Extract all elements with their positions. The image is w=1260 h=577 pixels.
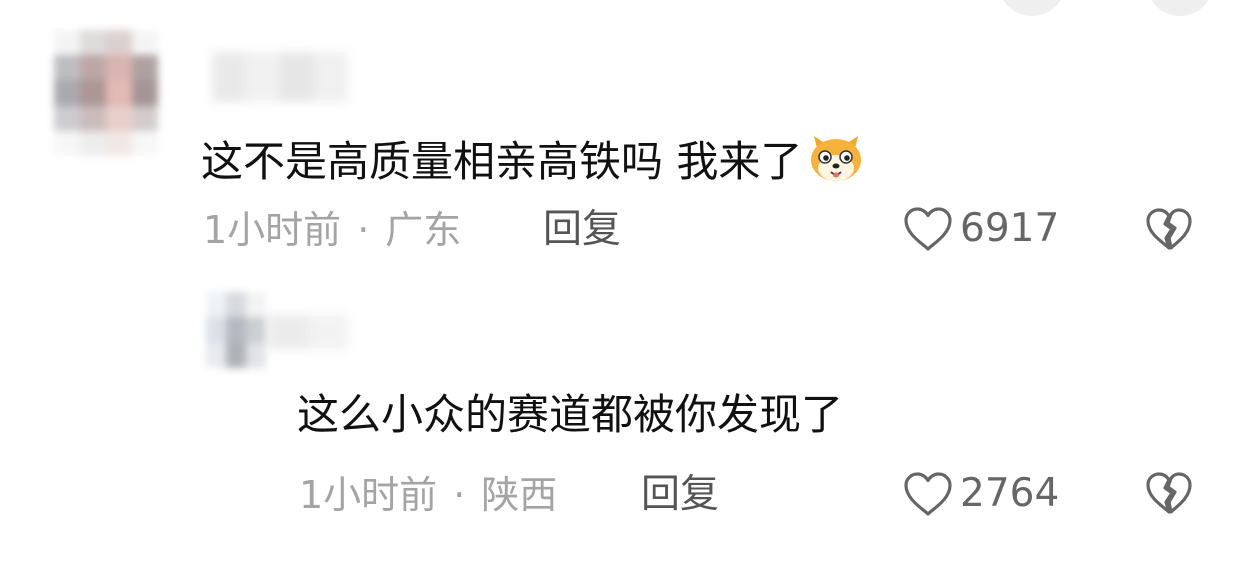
reply-button[interactable]: 回复 [641,473,719,517]
avatar[interactable] [54,30,158,156]
like-button[interactable]: 6917 [902,205,1059,253]
comment-text: 这么小众的赛道都被你发现了 [297,390,843,440]
comment-meta: 1小时前 · 广东 [203,208,461,252]
comment-location: 广东 [385,208,462,252]
comment-text: 这不是高质量相亲高铁吗 我来了 [201,124,868,188]
top-action-button-right[interactable] [1146,0,1214,16]
dislike-button[interactable] [1144,470,1194,516]
top-action-button-left[interactable] [998,0,1066,16]
meta-separator: · [453,473,466,517]
shiba-dog-emoji-icon [811,136,862,181]
comment-time: 1小时前 [203,208,342,252]
heart-outline-icon [904,472,952,516]
avatar[interactable] [206,292,266,368]
username[interactable] [268,314,348,350]
broken-heart-icon [1146,208,1192,250]
like-button[interactable]: 2764 [902,470,1059,518]
comment-text-content: 这不是高质量相亲高铁吗 我来了 [201,137,803,186]
like-count: 2764 [960,471,1060,516]
reply-button[interactable]: 回复 [543,208,621,252]
heart-outline-icon [904,207,952,251]
meta-separator: · [357,208,370,252]
comment-location: 陕西 [481,473,558,517]
username[interactable] [212,52,348,102]
comment-text-content: 这么小众的赛道都被你发现了 [297,390,844,439]
dislike-button[interactable] [1144,206,1194,252]
comment-meta: 1小时前 · 陕西 [299,473,557,517]
comment-time: 1小时前 [299,473,438,517]
broken-heart-icon [1146,472,1192,514]
like-count: 6917 [960,206,1060,251]
